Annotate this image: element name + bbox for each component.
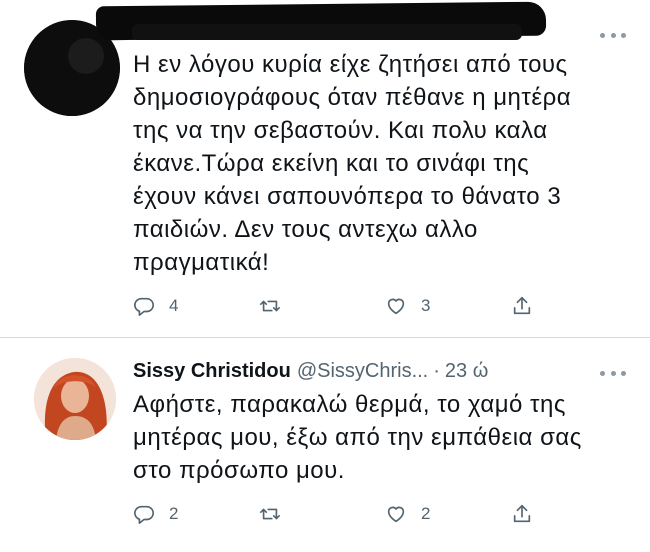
share-icon: [513, 296, 531, 315]
retweet-button[interactable]: [259, 292, 295, 320]
more-options-icon[interactable]: [600, 30, 626, 40]
share-button[interactable]: [511, 292, 533, 320]
heart-icon: [387, 506, 405, 523]
tweet-text: Αφήστε, παρακαλώ θερμά, το χαμό της μητέ…: [133, 391, 582, 484]
tweet-text: Η εν λόγου κυρία είχε ζητήσει από τους δ…: [133, 51, 572, 276]
author-handle[interactable]: @SissyChris...: [297, 360, 428, 383]
like-button[interactable]: 3: [385, 292, 430, 320]
tweet-actions: 4 3: [133, 292, 630, 320]
reply-button[interactable]: 4: [133, 292, 178, 320]
timestamp[interactable]: 23 ώ: [445, 360, 488, 383]
tweet-header: Sissy Christidou @SissyChris... · 23 ώ: [133, 356, 590, 386]
heart-icon: [387, 298, 405, 315]
share-button[interactable]: [511, 500, 533, 528]
redaction-scribble: [132, 24, 522, 40]
separator-dot: ·: [433, 359, 440, 382]
retweet-button[interactable]: [259, 500, 295, 528]
share-icon: [513, 504, 531, 523]
tweet[interactable]: Sissy Christidou @SissyChris... · 23 ώ Α…: [0, 338, 650, 552]
more-options-icon[interactable]: [600, 368, 626, 378]
reply-count: 2: [169, 504, 179, 523]
retweet-icon: [260, 508, 280, 520]
avatar[interactable]: [34, 358, 116, 440]
like-count: 2: [421, 504, 431, 523]
like-count: 3: [421, 296, 431, 315]
author-name[interactable]: Sissy Christidou: [133, 360, 291, 383]
reply-icon: [134, 297, 154, 316]
reply-count: 4: [169, 296, 179, 315]
reply-button[interactable]: 2: [133, 500, 178, 528]
like-button[interactable]: 2: [385, 500, 430, 528]
retweet-icon: [260, 300, 280, 312]
reply-icon: [134, 505, 154, 524]
tweet-actions: 2 2: [133, 500, 630, 528]
tweet[interactable]: Η εν λόγου κυρία είχε ζητήσει από τους δ…: [0, 0, 650, 338]
